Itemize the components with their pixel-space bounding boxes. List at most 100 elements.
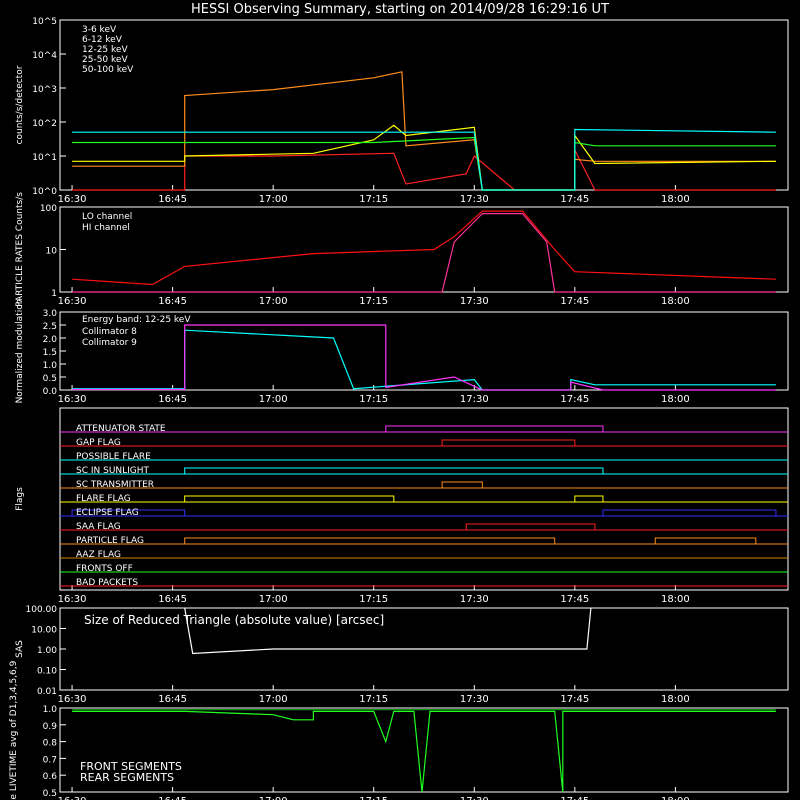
x-tick-label: 16:45	[158, 296, 187, 307]
y-tick-label: 0.8	[43, 739, 58, 749]
x-tick-label: 17:45	[560, 796, 589, 800]
x-tick-label: 16:45	[158, 594, 187, 605]
flag-label: POSSIBLE FLARE	[76, 452, 151, 462]
x-tick-label: 16:45	[158, 694, 187, 705]
x-tick-label: 17:00	[259, 394, 288, 405]
x-tick-label: 18:00	[661, 296, 690, 307]
flag-label: FLARE FLAG	[76, 494, 131, 504]
series-line	[72, 324, 776, 391]
x-tick-label: 16:45	[158, 194, 187, 205]
panel-3: Normalized modulation 0.0 0.5 1.0 1.5 2.0 2.5 3…	[15, 299, 789, 405]
y-tick-label: 0.6	[43, 772, 58, 782]
flag-label: PARTICLE FLAG	[76, 536, 144, 546]
x-tick-label: 18:00	[661, 796, 690, 800]
x-tick-label: 17:30	[460, 296, 489, 307]
x-tick-label: 17:45	[560, 694, 589, 705]
legend-entry: HI channel	[82, 223, 130, 233]
series-line	[72, 136, 776, 191]
y-tick-label: 1.0	[43, 705, 58, 715]
legend-entry: 25-50 keV	[82, 55, 128, 65]
flag-on-segment	[465, 523, 596, 530]
x-tick-label: 17:15	[359, 594, 388, 605]
x-tick-label: 16:30	[58, 694, 87, 705]
x-tick-label: 17:30	[460, 394, 489, 405]
panel-frame	[59, 407, 789, 591]
flag-on-segment	[574, 495, 604, 502]
legend-entry: REAR SEGMENTS	[80, 771, 174, 784]
series-line	[72, 149, 776, 191]
annotation: Energy band: 12-25 keV	[82, 315, 191, 325]
x-tick-label: 17:15	[359, 394, 388, 405]
panel-5: SAS 0.01 0.10 1.00 10.00 100.00 16:30 16:45 17:0…	[15, 605, 789, 705]
y-axis-label: counts/s/detector	[15, 65, 25, 144]
x-tick-label: 18:00	[661, 694, 690, 705]
x-tick-label: 17:45	[560, 194, 589, 205]
y-tick-label: 10^5	[32, 17, 57, 27]
flag-label: SC TRANSMITTER	[76, 480, 154, 490]
y-axis-label: Mon. Rate LIVETIME avg of D1,3,4,5,6,9	[9, 660, 19, 800]
flag-on-segment	[184, 537, 556, 544]
y-tick-label: 0.01	[37, 687, 57, 697]
legend-entry: 12-25 keV	[82, 45, 128, 55]
y-tick-label: 1.5	[43, 348, 57, 358]
y-tick-label: 10.00	[31, 626, 57, 636]
flag-label: BAD PACKETS	[76, 578, 138, 588]
x-tick-label: 17:45	[560, 394, 589, 405]
y-tick-label: 0.0	[43, 387, 58, 397]
x-tick-label: 17:30	[460, 796, 489, 800]
y-tick-label: 10^1	[32, 153, 57, 163]
y-tick-label: 1.0	[43, 361, 58, 371]
x-tick-label: 17:00	[259, 194, 288, 205]
x-tick-label: 17:30	[460, 694, 489, 705]
y-tick-label: 0.5	[43, 789, 57, 799]
series-line	[72, 210, 776, 286]
legend-entry: 6-12 keV	[82, 35, 123, 45]
flag-on-segment	[602, 509, 777, 516]
flag-label: SC IN SUNLIGHT	[76, 466, 150, 476]
y-tick-label: 100.00	[26, 605, 58, 615]
flag-on-segment	[184, 495, 395, 502]
x-tick-label: 16:45	[158, 394, 187, 405]
x-tick-label: 17:00	[259, 694, 288, 705]
x-tick-label: 18:00	[661, 394, 690, 405]
y-tick-label: 0.7	[43, 755, 57, 765]
panel-1: counts/s/detector 10^0 10^1 10^2 10^3 10^4 10^…	[15, 17, 789, 205]
y-tick-label: 1	[51, 289, 57, 299]
x-tick-label: 17:30	[460, 594, 489, 605]
y-tick-label: 0.9	[43, 722, 58, 732]
panel-6: Mon. Rate LIVETIME avg of D1,3,4,5,6,9 0.…	[9, 660, 789, 800]
panel-frame	[59, 19, 789, 191]
y-tick-label: 10^2	[32, 119, 57, 129]
y-axis-label: PARTICLE RATES Counts/s	[15, 192, 25, 307]
chart-title: HESSI Observing Summary, starting on 201…	[191, 2, 609, 17]
panel-4: Flags 16:30 16:45 17:00 17:15 17:30 17:45 18:00…	[15, 407, 789, 605]
x-tick-label: 17:15	[359, 694, 388, 705]
y-tick-label: 100	[40, 204, 57, 214]
x-tick-label: 17:15	[359, 796, 388, 800]
flag-label: ECLIPSE FLAG	[76, 508, 139, 518]
annotation: Size of Reduced Triangle (absolute value…	[84, 613, 384, 627]
x-tick-label: 18:00	[661, 594, 690, 605]
legend-entry: Collimator 8	[82, 327, 137, 337]
flag-label: AAZ FLAG	[76, 550, 121, 560]
flag-on-segment	[441, 439, 576, 446]
x-tick-label: 17:00	[259, 796, 288, 800]
y-tick-label: 2.0	[43, 335, 58, 345]
series-line	[72, 124, 776, 191]
x-tick-label: 17:00	[259, 296, 288, 307]
x-tick-label: 16:30	[58, 796, 87, 800]
flag-label: GAP FLAG	[76, 438, 121, 448]
x-tick-label: 18:00	[661, 194, 690, 205]
series-line	[72, 213, 776, 293]
flag-label: FRONTS OFF	[76, 564, 133, 574]
legend-entry: Collimator 9	[82, 338, 137, 348]
y-tick-label: 0.5	[43, 374, 57, 384]
y-tick-label: 3.0	[43, 309, 58, 319]
legend-entry: 3-6 keV	[82, 25, 117, 35]
flag-on-segment	[385, 425, 604, 432]
series-line	[72, 710, 776, 793]
y-axis-label: Flags	[15, 487, 25, 511]
y-tick-label: 10	[46, 247, 58, 257]
y-axis-label: SAS	[15, 640, 25, 658]
flag-label: SAA FLAG	[76, 522, 121, 532]
